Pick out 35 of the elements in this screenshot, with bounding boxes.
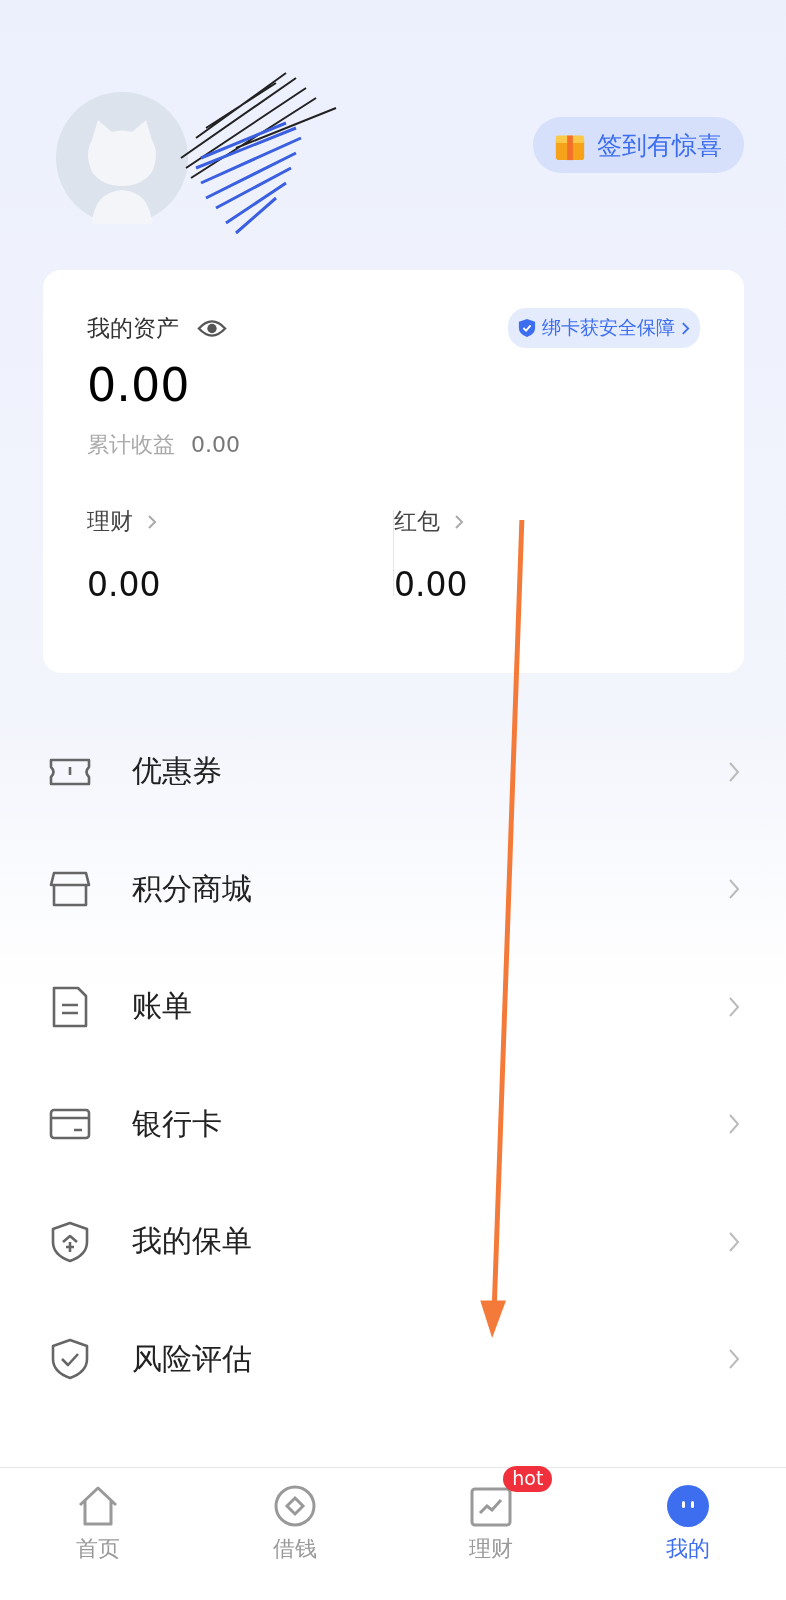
- chevron-icon: [728, 995, 740, 1018]
- earnings-value: 0.00: [191, 432, 240, 457]
- asset-value: 0.00: [394, 565, 469, 604]
- menu-item[interactable]: 银行卡: [0, 1065, 786, 1183]
- chevron-icon: [728, 1230, 740, 1253]
- asset-label[interactable]: 红包: [394, 506, 440, 537]
- menu-label: 账单: [132, 987, 193, 1026]
- eye-icon[interactable]: [197, 317, 227, 339]
- borrow-icon: [272, 1484, 317, 1528]
- menu-item[interactable]: 我的保单: [0, 1183, 786, 1301]
- tab[interactable]: hot 理财: [393, 1468, 590, 1600]
- menu-label: 积分商城: [132, 869, 253, 908]
- menu-item[interactable]: 风险评估: [0, 1300, 786, 1418]
- menu-label: 风险评估: [132, 1339, 253, 1378]
- hot-badge: hot: [503, 1466, 553, 1492]
- menu-label: 银行卡: [132, 1104, 223, 1143]
- chevron-icon: [728, 1113, 740, 1136]
- asset-label[interactable]: 理财: [87, 506, 133, 537]
- bind-card-badge[interactable]: 绑卡获安全保障: [508, 308, 700, 348]
- chevron-icon: [728, 878, 740, 901]
- chevron-icon: [728, 760, 740, 783]
- mine-icon: [665, 1484, 710, 1528]
- asset-value: 0.00: [87, 565, 162, 604]
- tab[interactable]: 我的: [589, 1468, 786, 1600]
- earnings-label: 累计收益: [87, 431, 175, 459]
- chevron-icon: [728, 1348, 740, 1371]
- assets-title: 我的资产: [87, 313, 179, 343]
- chevron-icon: [454, 513, 464, 530]
- assets-total: 0.00: [87, 358, 191, 412]
- menu-item[interactable]: 优惠券: [0, 713, 786, 831]
- chevron-icon: [147, 513, 157, 530]
- menu-item[interactable]: 账单: [0, 948, 786, 1066]
- menu-item[interactable]: 积分商城: [0, 830, 786, 948]
- menu-label: 优惠券: [132, 752, 223, 791]
- menu-label: 我的保单: [132, 1222, 253, 1261]
